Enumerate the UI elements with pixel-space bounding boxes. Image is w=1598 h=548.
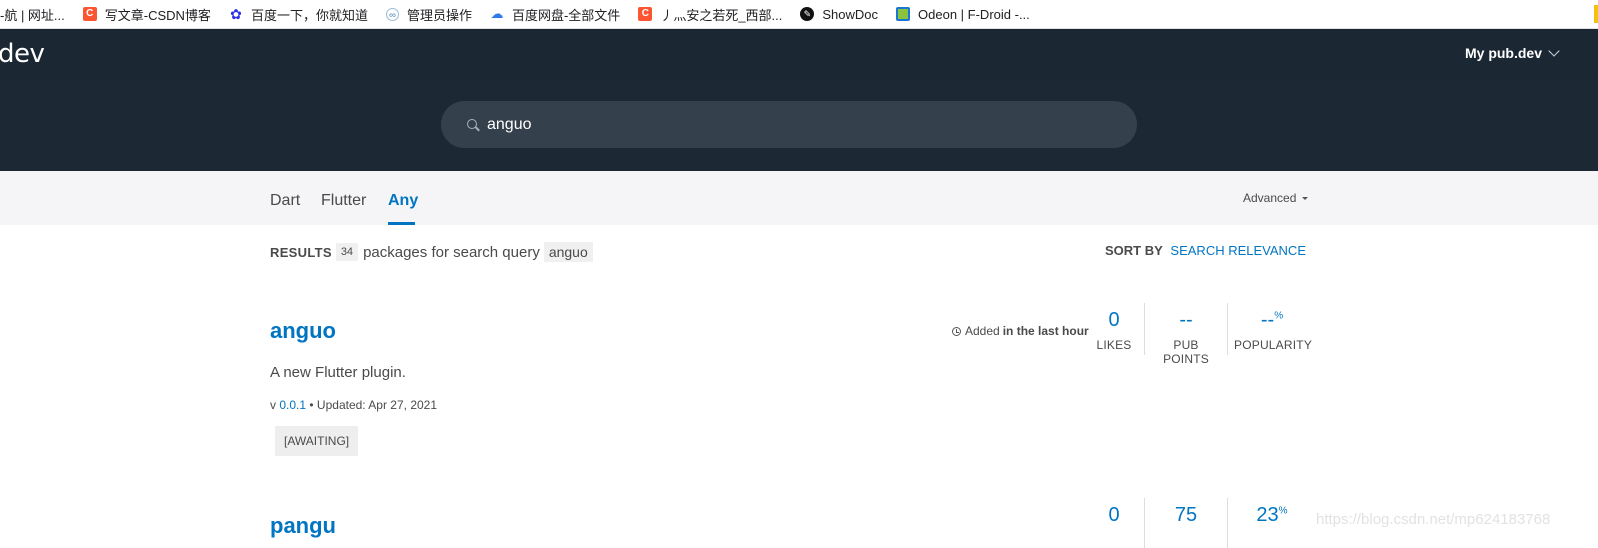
likes-metric[interactable]: 0	[1092, 504, 1136, 527]
site-logo[interactable]: dev	[0, 39, 45, 69]
version-prefix: v	[270, 398, 276, 412]
tab-any[interactable]: Any	[388, 192, 418, 210]
bookmark-label: 管理员操作	[406, 7, 472, 23]
metric-divider	[1227, 498, 1228, 548]
bookmark-item[interactable]: ✎ ShowDoc	[800, 7, 878, 22]
metric-divider	[1144, 303, 1145, 355]
added-prefix: Added	[965, 324, 1000, 338]
metric-divider	[1227, 303, 1228, 355]
csdn-icon: C	[638, 7, 653, 21]
popularity-label: POPULARITY	[1234, 338, 1313, 352]
status-tag[interactable]: [AWAITING]	[275, 426, 359, 456]
bookmark-label: 百度网盘-全部文件	[511, 7, 621, 23]
popularity-value: --%	[1234, 309, 1310, 332]
package-title[interactable]: anguo	[270, 318, 336, 344]
advanced-label: Advanced	[1243, 191, 1297, 205]
popularity-metric[interactable]: --% POPULARITY	[1234, 309, 1313, 352]
my-pub-label: My pub.dev	[1464, 45, 1542, 61]
added-badge: Added in the last hour	[952, 324, 1089, 338]
package-meta: v 0.0.1 • Updated: Apr 27, 2021	[270, 398, 437, 412]
results-summary: RESULTS 34 packages for search query ang…	[270, 242, 593, 262]
results-query: anguo	[543, 242, 593, 262]
clock-icon	[952, 326, 961, 336]
bookmarks-bar: -航 | 网址... C 写文章-CSDN博客 ✿ 百度一下，你就知道 ∞ 管理…	[0, 0, 1598, 29]
platform-tabs: Dart Flutter Any Advanced	[0, 171, 1598, 225]
bookmark-item[interactable]: ✿ 百度一下，你就知道	[229, 5, 368, 24]
watermark: https://blog.csdn.net/mp624183768	[1316, 511, 1551, 528]
bookmark-item[interactable]: C 丿灬安之若死_西部...	[638, 5, 782, 24]
results-label: RESULTS	[270, 244, 332, 260]
my-pub-menu[interactable]: My pub.dev	[1464, 45, 1560, 61]
metric-divider	[1144, 498, 1145, 548]
bookmark-item[interactable]: ☁ 百度网盘-全部文件	[490, 5, 620, 24]
pub-points-value: 75	[1174, 504, 1198, 526]
site-header: dev My pub.dev	[0, 29, 1598, 79]
popularity-value: 23%	[1234, 504, 1310, 527]
pub-points-label: PUB POINTS	[1163, 338, 1209, 366]
chevron-down-icon	[1548, 45, 1560, 57]
bookmark-label: ShowDoc	[822, 6, 879, 22]
active-tab-indicator	[388, 222, 415, 225]
bookmark-item[interactable]: -航 | 网址...	[0, 5, 65, 24]
search-icon	[467, 118, 479, 131]
popularity-number: --	[1260, 309, 1275, 331]
popularity-unit: %	[1274, 310, 1284, 322]
likes-value: 0	[1108, 504, 1120, 526]
bookmark-label: 丿灬安之若死_西部...	[660, 7, 783, 23]
admin-icon: ∞	[385, 7, 399, 21]
tab-dart[interactable]: Dart	[270, 192, 300, 210]
baidu-icon: ✿	[230, 6, 242, 22]
pub-points-metric[interactable]: 75	[1150, 504, 1222, 527]
bookmark-item[interactable]: Odeon | F-Droid -...	[896, 7, 1030, 22]
caret-down-icon	[1302, 196, 1309, 200]
results-count: 34	[335, 243, 359, 261]
likes-metric[interactable]: 0 LIKES	[1092, 309, 1136, 352]
showdoc-icon: ✎	[800, 7, 815, 21]
sort-value[interactable]: SEARCH RELEVANCE	[1170, 243, 1306, 258]
csdn-icon: C	[82, 7, 97, 21]
updated-date: • Updated: Apr 27, 2021	[309, 398, 438, 412]
results-text: packages for search query	[363, 243, 540, 261]
bookmark-label: Odeon | F-Droid -...	[918, 6, 1030, 22]
popularity-number: 23	[1256, 504, 1279, 526]
tab-flutter[interactable]: Flutter	[321, 192, 366, 210]
fdroid-icon	[896, 7, 911, 21]
likes-value: 0	[1108, 309, 1120, 331]
bookmark-item[interactable]: ∞ 管理员操作	[385, 5, 472, 24]
advanced-button[interactable]: Advanced	[1243, 191, 1309, 205]
bookmark-label: -航 | 网址...	[0, 7, 65, 23]
bookmark-label: 百度一下，你就知道	[250, 7, 368, 23]
pub-points-value: --	[1179, 309, 1193, 331]
baidu-pan-icon: ☁	[490, 6, 504, 21]
search-bar[interactable]	[441, 101, 1137, 148]
package-description: A new Flutter plugin.	[270, 364, 406, 381]
bookmark-label: 写文章-CSDN博客	[104, 7, 211, 23]
added-when: in the last hour	[1002, 324, 1089, 338]
pub-points-metric[interactable]: -- PUB POINTS	[1150, 309, 1222, 366]
package-title[interactable]: pangu	[270, 513, 336, 539]
bookmark-folder-icon[interactable]	[1594, 5, 1598, 23]
popularity-metric[interactable]: 23%	[1234, 504, 1310, 527]
sort-control[interactable]: SORT BY SEARCH RELEVANCE	[1105, 243, 1306, 258]
search-banner	[0, 79, 1598, 171]
search-input[interactable]	[487, 115, 1087, 134]
version-link[interactable]: 0.0.1	[279, 398, 306, 412]
popularity-unit: %	[1278, 505, 1288, 517]
bookmark-item[interactable]: C 写文章-CSDN博客	[82, 5, 211, 24]
likes-label: LIKES	[1096, 338, 1132, 352]
sort-label: SORT BY	[1105, 243, 1163, 258]
